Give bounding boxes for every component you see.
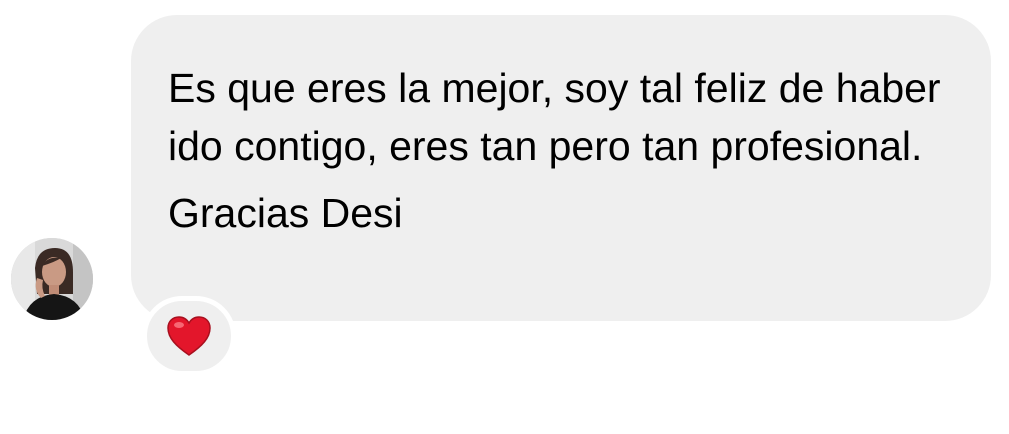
message-bubble[interactable]: Es que eres la mejor, soy tal feliz de h… [131, 15, 991, 321]
sender-avatar[interactable] [11, 238, 93, 320]
reaction-badge[interactable] [142, 296, 236, 376]
heart-icon [167, 316, 211, 356]
message-text: Gracias Desi [168, 190, 403, 236]
message-text: Es que eres la mejor, soy tal feliz de h… [168, 65, 941, 169]
avatar-photo [11, 238, 93, 320]
